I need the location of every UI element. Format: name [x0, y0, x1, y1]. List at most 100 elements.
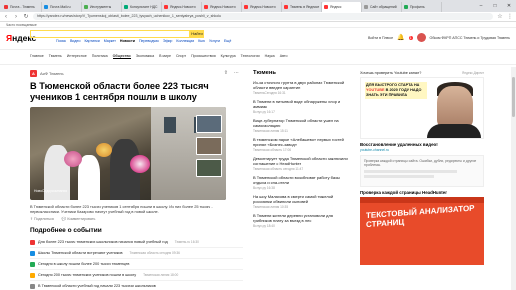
service-link[interactable]: Переводчик	[139, 39, 159, 43]
news-nav-item[interactable]: Общество	[112, 54, 131, 59]
news-item[interactable]: В Тюменской области возобновят работу ба…	[253, 175, 348, 190]
news-nav-item[interactable]: Экономика	[136, 54, 154, 59]
comment-button[interactable]: 💬 Комментировать	[62, 217, 95, 221]
browser-tab[interactable]: Яндекс.Новости	[162, 2, 202, 12]
maximize-button[interactable]: □	[488, 0, 502, 12]
browser-tab[interactable]: Сайт обращений	[362, 2, 402, 12]
plus-link[interactable]: Войти в Плюсе	[368, 36, 393, 40]
news-title: В Тюмени жители деревни установили для г…	[253, 213, 333, 223]
news-item[interactable]: Из-за сточного грунта в двух районах Тюм…	[253, 80, 348, 95]
share-icon[interactable]: ⇪	[224, 70, 228, 76]
ad2-bar	[364, 174, 434, 178]
ad-label: Яндекс.Директ	[462, 71, 484, 75]
news-nav-item[interactable]: Интересное	[67, 54, 87, 59]
ad-header-text[interactable]: Хочешь проверить Youtube канал?	[360, 71, 421, 75]
news-item[interactable]: Вице-губернатор Тюменской области ушел н…	[253, 118, 348, 133]
ad1-url[interactable]: youtube-channel.ru	[360, 148, 484, 152]
bookmark-item[interactable]: Часто посещаемые	[6, 23, 37, 27]
person-shoulders-shape	[427, 124, 481, 138]
menu-icon[interactable]: ⋮	[507, 13, 513, 20]
news-item[interactable]: В Тюмени в питьевой воде обнаружены хлор…	[253, 99, 348, 114]
related-item[interactable]: Сегодня в школу пошли более 200 тысяч тю…	[30, 259, 243, 270]
service-link[interactable]: Видео	[70, 39, 81, 43]
search-input[interactable]	[30, 30, 190, 38]
service-link[interactable]: Ещё	[224, 39, 231, 43]
gallery-thumbnail[interactable]	[196, 137, 222, 155]
close-window-button[interactable]: ✕	[502, 0, 516, 12]
news-nav-item[interactable]: Культура	[221, 54, 236, 59]
tab-favicon-icon	[164, 5, 168, 10]
forward-icon[interactable]: ›	[13, 14, 19, 20]
tab-favicon-icon	[244, 5, 248, 10]
news-meta: Тюменская область 17:06	[253, 148, 291, 152]
source-icon: А	[30, 70, 37, 77]
ad1-title[interactable]: Восстановление удаленных видео!	[360, 142, 484, 147]
source-favicon-icon	[30, 283, 35, 289]
tab-favicon-icon	[404, 5, 408, 10]
star-icon[interactable]: ☆	[497, 13, 503, 20]
news-nav-item[interactable]: Политика	[92, 54, 108, 59]
news-nav-item[interactable]: Авто	[280, 54, 288, 59]
page-scrollbar[interactable]	[511, 67, 516, 290]
browser-tab[interactable]: Инструменты	[82, 2, 122, 12]
service-link[interactable]: Поиск	[56, 39, 66, 43]
back-icon[interactable]: ‹	[3, 14, 9, 20]
more-icon[interactable]: ⋯	[234, 70, 239, 76]
tab-label: Консультант НДС	[130, 5, 158, 9]
column-title[interactable]: Тюмень	[253, 70, 348, 76]
avatar[interactable]	[416, 33, 426, 42]
article-photo[interactable]: НовоСидоркомпания	[30, 107, 226, 200]
analyzer-ad[interactable]: Проверка каждой страницы сайта. Ошибки, …	[360, 155, 484, 187]
minimize-button[interactable]: –	[474, 0, 488, 12]
service-link[interactable]: Услуги	[209, 39, 220, 43]
ad-text-b: YOUTUBE	[366, 88, 385, 92]
search-button[interactable]: Найти	[190, 30, 204, 38]
browser-tab[interactable]: Яндекс.Новости	[242, 2, 282, 12]
browser-tab[interactable]: Яндекс	[322, 2, 362, 12]
youtube-ad-banner[interactable]: ДЛЯ БЫСТРОГО СТАРТА НА YOUTUBE В 2020 ГО…	[360, 77, 484, 139]
news-item[interactable]: Демонтирует труда Тюменской области закл…	[253, 156, 348, 171]
ad2-text: Проверка каждой страницы сайта. Ошибки, …	[364, 159, 477, 168]
browser-tab[interactable]: Тюмень в Яндексе	[282, 2, 322, 12]
browser-tab[interactable]: Профиль	[402, 2, 442, 12]
browser-tab[interactable]: Консультант НДС	[122, 2, 162, 12]
service-link[interactable]: Кью	[198, 39, 205, 43]
service-link[interactable]: Коллекции	[176, 39, 194, 43]
flowers-shape	[130, 155, 150, 173]
news-nav-item[interactable]: Технологии	[241, 54, 260, 59]
bell-icon[interactable]: 🔔	[397, 34, 404, 41]
analyzer-banner[interactable]: ТЕКСТОВЫЙ АНАЛИЗАТОР СТРАНИЦ	[360, 197, 484, 265]
news-nav-item[interactable]: Происшествия	[191, 54, 216, 59]
browser-tab[interactable]: Почта - Тюмень	[2, 2, 42, 12]
news-item[interactable]: В Тюмени жители деревни установили для г…	[253, 213, 348, 228]
service-link[interactable]: Картинки	[84, 39, 99, 43]
news-item[interactable]: В тюменском парке «Алебашево» первых гос…	[253, 137, 348, 152]
related-item[interactable]: Сегодня 200 тысяч тюменских учеников пош…	[30, 270, 243, 281]
gallery-thumbnail[interactable]	[196, 115, 222, 133]
news-nav: Главное Тюмень Интересное Политика Общество Э…	[30, 54, 288, 59]
related-item[interactable]: Школы Тюменской области встречают ученик…	[30, 248, 243, 259]
news-nav-item[interactable]: Наука	[265, 54, 275, 59]
reload-icon[interactable]: ↻	[23, 13, 29, 20]
service-link[interactable]: Маркет	[104, 39, 116, 43]
news-nav-item[interactable]: В мире	[159, 54, 171, 59]
ad2-title[interactable]: Проверка каждой страницы HeadHunter	[360, 190, 484, 195]
ad2-bar	[364, 169, 457, 173]
scrollbar-thumb[interactable]	[512, 77, 515, 117]
news-nav-item[interactable]: Тюмень	[49, 54, 62, 59]
browser-tab[interactable]: Яндекс.Новости	[202, 2, 242, 12]
news-nav-item[interactable]: Спорт	[176, 54, 186, 59]
source-name[interactable]: АиФ Тюмень	[40, 71, 64, 76]
related-meta: Тюмень.ru 16:30	[174, 240, 199, 244]
service-link[interactable]: Эфир	[163, 39, 173, 43]
related-item[interactable]: Для более 223 тысяч тюменских школьников…	[30, 237, 243, 248]
related-item[interactable]: В Тюменской области учебный год начали 2…	[30, 281, 243, 290]
url-input[interactable]: https://yandex.ru/news/story/V_Tyumensko…	[33, 13, 493, 20]
news-nav-item[interactable]: Главное	[30, 54, 44, 59]
gallery-thumbnail[interactable]	[196, 159, 222, 177]
browser-tab[interactable]: Почта Mail.ru	[42, 2, 82, 12]
share-button[interactable]: ⇪ Поделиться	[30, 217, 54, 221]
profile-name[interactable]: Обком ФКРП АПСС Тюмень и Трудовая Тюмень	[430, 36, 510, 40]
service-link[interactable]: Новости	[120, 39, 135, 43]
news-item[interactable]: На шоу Малахова в смерти самой тяжелой р…	[253, 194, 348, 209]
